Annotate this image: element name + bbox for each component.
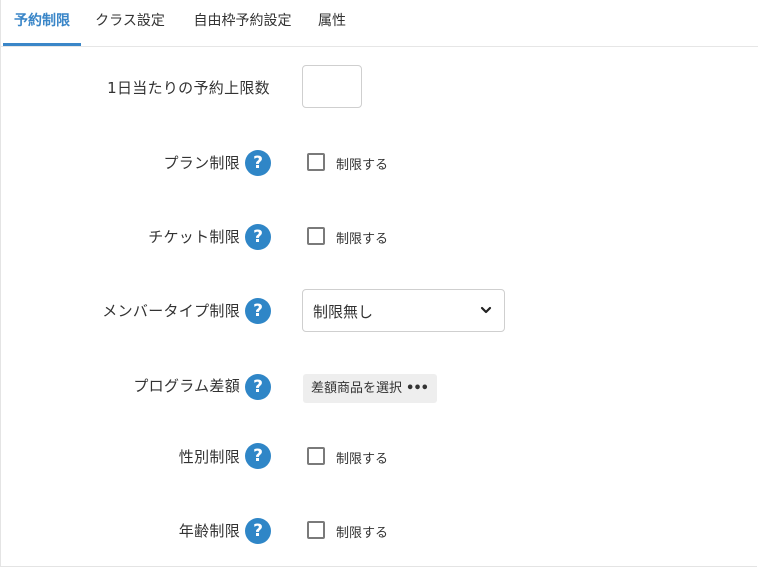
gender-limit-help-icon[interactable]: ? (245, 443, 271, 469)
ticket-limit-checkbox-label[interactable]: 制限する (336, 228, 388, 247)
member-type-select-value: 制限無し (313, 303, 374, 321)
daily-limit-label: 1日当たりの予約上限数 (107, 79, 270, 97)
age-limit-checkbox[interactable] (307, 521, 325, 539)
daily-limit-input[interactable] (302, 65, 362, 108)
age-limit-help-icon[interactable]: ? (245, 518, 271, 544)
more-dots-icon: ••• (406, 381, 429, 396)
chevron-down-icon (480, 306, 492, 314)
select-diff-product-button[interactable]: 差額商品を選択 ••• (303, 374, 437, 403)
member-type-limit-label: メンバータイプ制限 (102, 302, 240, 320)
tab-attributes[interactable]: 属性 (311, 0, 353, 46)
tab-class-settings[interactable]: クラス設定 (84, 0, 176, 46)
tab-bar: 予約制限 クラス設定 自由枠予約設定 属性 (0, 0, 758, 47)
program-diff-help-icon[interactable]: ? (245, 374, 271, 400)
age-limit-label: 年齢制限 (178, 522, 240, 540)
select-diff-product-label: 差額商品を選択 (311, 381, 403, 396)
tab-free-slot-settings[interactable]: 自由枠予約設定 (186, 0, 299, 46)
tab-reservation-limit[interactable]: 予約制限 (3, 0, 81, 46)
member-type-limit-help-icon[interactable]: ? (245, 298, 271, 324)
plan-limit-checkbox-label[interactable]: 制限する (336, 154, 388, 173)
ticket-limit-label: チケット制限 (148, 228, 240, 246)
gender-limit-checkbox-label[interactable]: 制限する (336, 448, 388, 467)
member-type-select[interactable]: 制限無し (302, 289, 505, 332)
plan-limit-help-icon[interactable]: ? (245, 150, 271, 176)
plan-limit-label: プラン制限 (163, 154, 240, 172)
gender-limit-label: 性別制限 (178, 448, 240, 466)
ticket-limit-help-icon[interactable]: ? (245, 224, 271, 250)
plan-limit-checkbox[interactable] (307, 153, 325, 171)
ticket-limit-checkbox[interactable] (307, 227, 325, 245)
age-limit-checkbox-label[interactable]: 制限する (336, 522, 388, 541)
program-diff-label: プログラム差額 (133, 377, 240, 395)
gender-limit-checkbox[interactable] (307, 447, 325, 465)
